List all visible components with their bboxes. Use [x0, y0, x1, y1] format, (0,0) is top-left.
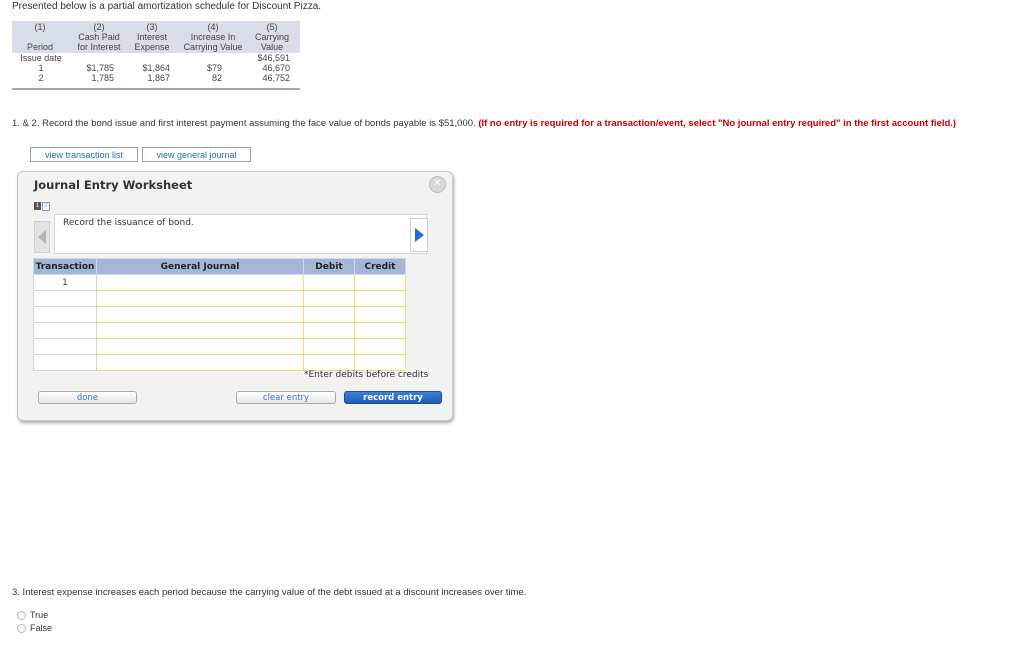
account-field[interactable]	[96, 306, 304, 323]
period-cell: Issue date	[20, 53, 62, 63]
table-row	[33, 338, 406, 355]
interest-cell: $1,864	[142, 63, 170, 73]
close-icon[interactable]: ✕	[429, 176, 446, 193]
debit-header: Debit	[303, 258, 355, 275]
option-false-label: False	[30, 623, 53, 633]
debit-field[interactable]	[303, 306, 355, 323]
transaction-cell	[33, 290, 97, 307]
credit-field[interactable]	[354, 306, 406, 323]
journal-table: Transaction General Journal Debit Credit…	[33, 258, 406, 371]
intro-text: Presented below is a partial amortizatio…	[12, 1, 322, 12]
question-1-2: 1. & 2. Record the bond issue and first …	[12, 118, 956, 129]
col-label: Carrying	[254, 32, 289, 42]
table-row	[33, 306, 406, 323]
credit-field[interactable]	[354, 290, 406, 307]
transaction-header: Transaction	[33, 258, 97, 275]
general-journal-header: General Journal	[96, 258, 304, 275]
account-field[interactable]	[96, 290, 304, 307]
col-label: Period	[26, 42, 53, 52]
debit-field[interactable]	[303, 322, 355, 339]
page-2-tab[interactable]: 2	[42, 202, 50, 211]
debit-field[interactable]	[303, 274, 355, 291]
amortization-body: Issue date $46,591 1 $1,785 $1,864 $79 4…	[12, 53, 300, 91]
option-false[interactable]: False	[17, 623, 53, 634]
cash-cell: $1,785	[86, 63, 114, 73]
col-label: Cash Paid	[78, 32, 120, 42]
transaction-cell: 1	[33, 274, 97, 291]
entry-description: Record the issuance of bond.	[54, 214, 427, 254]
period-cell: 1	[38, 63, 44, 73]
carrying-cell: $46,591	[257, 53, 290, 63]
previous-arrow-icon[interactable]	[34, 221, 50, 253]
question-3: 3. Interest expense increases each perio…	[12, 587, 527, 598]
view-general-journal-button[interactable]: view general journal	[142, 147, 251, 162]
col-label: Interest	[136, 32, 167, 42]
col-label: Carrying Value	[183, 42, 243, 52]
clear-entry-button[interactable]: clear entry	[236, 391, 336, 404]
question-text: 1. & 2. Record the bond issue and first …	[12, 118, 476, 129]
amortization-schedule: (1) (2) (3) (4) (5) Period Cash Paid for…	[12, 21, 300, 91]
col-label: Increase In	[190, 32, 236, 42]
page-indicator: 12	[34, 202, 51, 220]
table-row	[33, 354, 406, 371]
col-label: for Interest	[77, 42, 121, 52]
cash-cell: 1,785	[91, 73, 114, 83]
journal-entry-worksheet: Journal Entry Worksheet ✕ 12 Record the …	[17, 171, 453, 421]
carrying-cell: 46,752	[262, 73, 290, 83]
credit-header: Credit	[354, 258, 406, 275]
increase-cell: 82	[211, 73, 222, 83]
transaction-cell	[33, 322, 97, 339]
debits-note: *Enter debits before credits	[304, 370, 429, 380]
view-transaction-list-button[interactable]: view transaction list	[30, 147, 138, 162]
debit-field[interactable]	[303, 354, 355, 371]
radio-false[interactable]	[17, 624, 26, 634]
increase-cell: $79	[206, 63, 222, 73]
worksheet-title: Journal Entry Worksheet	[34, 178, 193, 192]
col-number: (5)	[266, 22, 278, 32]
carrying-cell: 46,670	[262, 63, 290, 73]
requirement-note: (If no entry is required for a transacti…	[478, 118, 957, 129]
col-label: Value	[260, 42, 284, 52]
option-true[interactable]: True	[17, 610, 49, 621]
account-field[interactable]	[96, 338, 304, 355]
col-number: (3)	[146, 22, 158, 32]
option-true-label: True	[30, 610, 49, 620]
transaction-cell	[33, 354, 97, 371]
col-number: (2)	[93, 22, 105, 32]
done-button[interactable]: done	[38, 391, 137, 404]
credit-field[interactable]	[354, 274, 406, 291]
col-number: (1)	[34, 22, 46, 32]
next-arrow-icon[interactable]	[410, 218, 428, 252]
period-cell: 2	[38, 73, 44, 83]
account-field[interactable]	[96, 274, 304, 291]
table-row	[33, 290, 406, 307]
credit-field[interactable]	[354, 338, 406, 355]
account-field[interactable]	[96, 354, 304, 371]
debit-field[interactable]	[303, 338, 355, 355]
table-row: 1	[33, 274, 406, 291]
account-field[interactable]	[96, 322, 304, 339]
radio-true[interactable]	[17, 611, 26, 621]
col-number: (4)	[207, 22, 219, 32]
record-entry-button[interactable]: record entry	[344, 391, 442, 404]
amortization-header: (1) (2) (3) (4) (5) Period Cash Paid for…	[12, 21, 300, 53]
credit-field[interactable]	[354, 354, 406, 371]
credit-field[interactable]	[354, 322, 406, 339]
transaction-cell	[33, 306, 97, 323]
col-label: Expense	[134, 42, 170, 52]
transaction-cell	[33, 338, 97, 355]
table-row	[33, 322, 406, 339]
table-bottom-rule	[12, 88, 300, 90]
page-1-tab[interactable]: 1	[34, 202, 41, 210]
interest-cell: 1,867	[147, 73, 170, 83]
debit-field[interactable]	[303, 290, 355, 307]
